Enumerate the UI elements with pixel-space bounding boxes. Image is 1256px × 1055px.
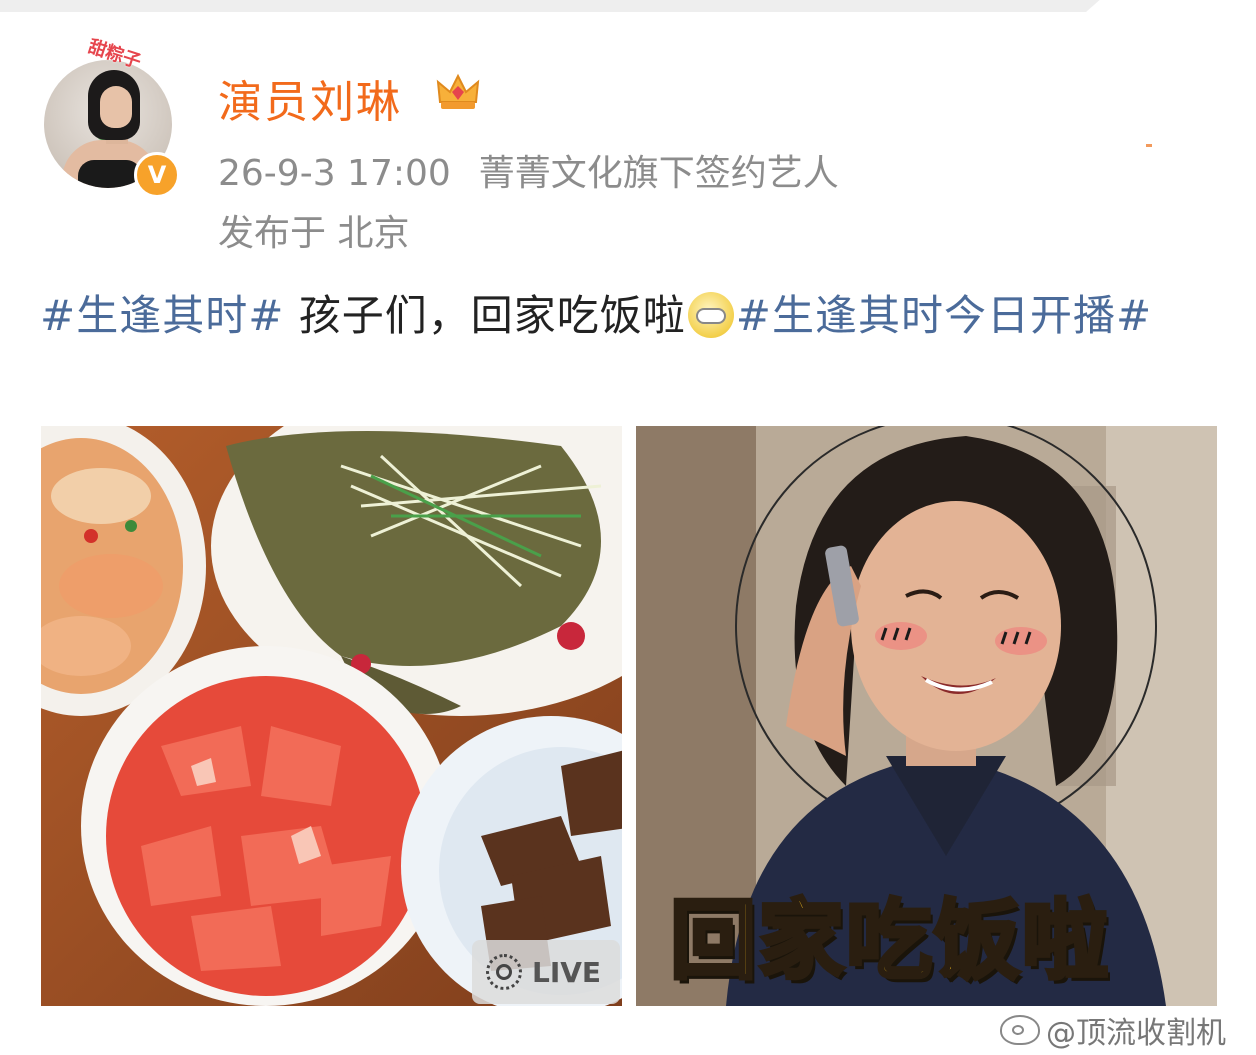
hashtag-link[interactable]: #生逢其时今日开播#: [736, 291, 1152, 340]
weibo-logo-icon: [1000, 1015, 1040, 1045]
avatar-top: [78, 160, 142, 188]
post-location: 发布于 北京: [218, 204, 409, 256]
top-strip-notch: [1086, 0, 1256, 12]
food-photo-illustration: [41, 426, 622, 1006]
post-timestamp[interactable]: 26-9-3 17:00: [218, 153, 451, 194]
username[interactable]: 演员刘琳: [218, 66, 402, 130]
post-source: 菁菁文化旗下签约艺人: [478, 153, 839, 194]
watermark: @顶流收割机: [1000, 1008, 1226, 1052]
post-meta: 26-9-3 17:00 菁菁文化旗下签约艺人: [218, 144, 867, 196]
verified-badge-icon: V: [134, 152, 180, 198]
location-name[interactable]: 北京: [337, 213, 409, 254]
live-label: LIVE: [532, 955, 602, 989]
avatar-face: [100, 86, 132, 128]
more-indicator: [1146, 144, 1152, 147]
crown-icon[interactable]: [434, 68, 482, 116]
drama-banner-text: 回家吃饭啦: [668, 889, 1110, 993]
hashtag-link[interactable]: #生逢其时#: [40, 291, 284, 340]
live-photo-icon: [486, 954, 522, 990]
emoji-icon: [687, 292, 734, 338]
top-status-strip: [0, 0, 1256, 12]
post-image-food[interactable]: [41, 426, 622, 1006]
live-photo-badge[interactable]: LIVE: [472, 940, 620, 1004]
watermark-text: @顶流收割机: [1046, 1016, 1226, 1051]
post-body-text: 孩子们，回家吃饭啦: [284, 291, 686, 340]
location-prefix: 发布于: [218, 213, 327, 254]
post-body: #生逢其时# 孩子们，回家吃饭啦 #生逢其时今日开播#: [40, 286, 1210, 346]
